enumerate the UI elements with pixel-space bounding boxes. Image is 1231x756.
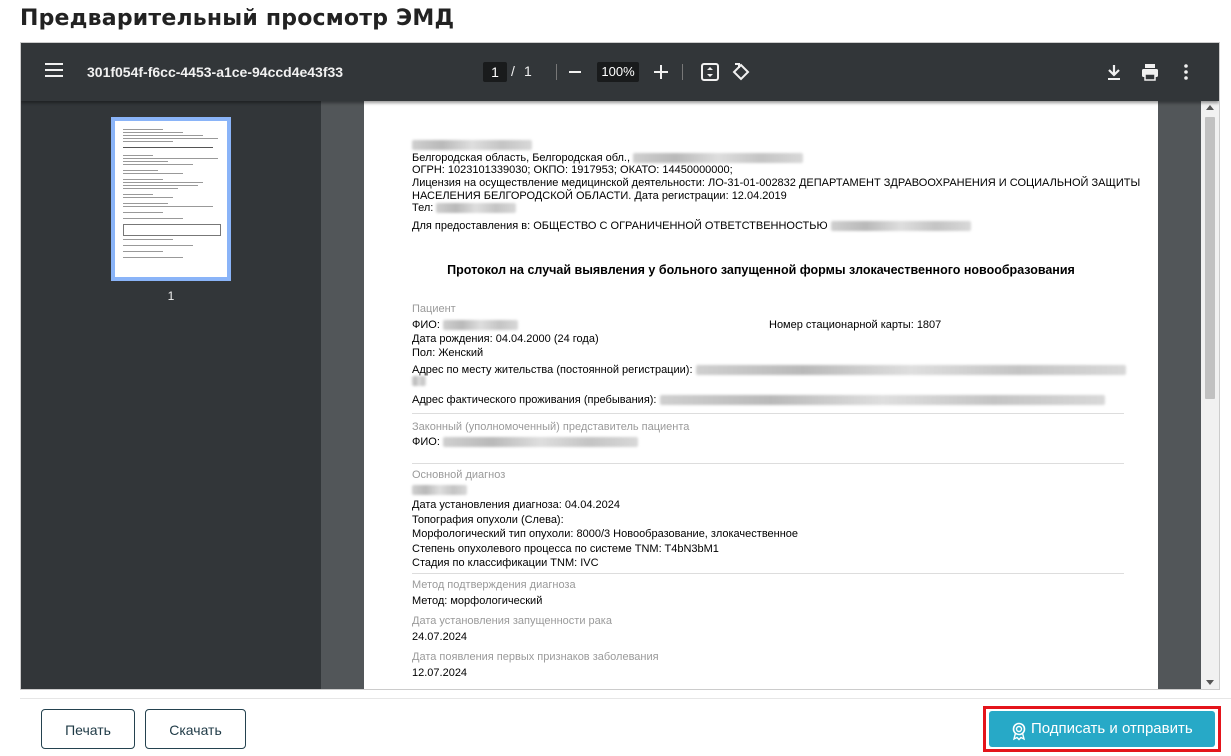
divider bbox=[412, 573, 1124, 574]
for-line: Для предоставления в: ОБЩЕСТВО С ОГРАНИЧ… bbox=[412, 220, 971, 233]
print-button[interactable]: Печать bbox=[41, 709, 135, 749]
neglect-date-value: 24.07.2024 bbox=[412, 631, 468, 643]
page-thumbnail[interactable] bbox=[111, 117, 231, 281]
rotate-icon[interactable] bbox=[730, 61, 752, 83]
birth-date: Дата рождения: 04.04.2000 (24 года) bbox=[412, 333, 599, 345]
representative-fio: ФИО: bbox=[412, 436, 638, 449]
document-page: Белгородская область, Белгородская обл.,… bbox=[364, 101, 1158, 689]
thumbnail-preview bbox=[115, 121, 227, 277]
pdf-viewer: 301f054f-f6cc-4453-a1ce-94ccd4e43f33 1 /… bbox=[20, 42, 1220, 690]
tumor-morphology: Морфологический тип опухоли: 8000/3 Ново… bbox=[412, 528, 799, 540]
diagnosis-code-redacted bbox=[412, 484, 467, 497]
patient-fio: ФИО: bbox=[412, 319, 518, 332]
diagnosis-section: Основной диагноз bbox=[412, 469, 506, 481]
tnm-class: Стадия по классификации TNM: IVC bbox=[412, 557, 599, 569]
sign-and-send-button[interactable]: Подписать и отправить bbox=[989, 711, 1215, 747]
footer-divider bbox=[20, 698, 1231, 699]
file-name: 301f054f-f6cc-4453-a1ce-94ccd4e43f33 bbox=[87, 64, 344, 80]
reg-address-cont bbox=[412, 375, 426, 388]
thumbnail-page-number: 1 bbox=[167, 289, 175, 303]
menu-icon[interactable] bbox=[45, 63, 63, 77]
download-icon[interactable] bbox=[1103, 61, 1125, 83]
neglect-date-section: Дата установления запущенности рака bbox=[412, 615, 612, 627]
first-signs-section: Дата появления первых признаков заболева… bbox=[412, 651, 659, 663]
total-pages: 1 bbox=[524, 63, 532, 79]
actual-address: Адрес фактического проживания (пребывани… bbox=[412, 394, 1105, 407]
page-number-input[interactable]: 1 bbox=[483, 62, 507, 82]
document-title: Протокол на случай выявления у больного … bbox=[447, 263, 1075, 277]
divider bbox=[412, 413, 1124, 414]
viewer-toolbar: 301f054f-f6cc-4453-a1ce-94ccd4e43f33 1 /… bbox=[21, 43, 1219, 101]
zoom-out-icon[interactable] bbox=[569, 71, 581, 73]
divider bbox=[412, 463, 1124, 464]
fit-page-icon[interactable] bbox=[699, 61, 721, 83]
confirmation-method: Метод: морфологический bbox=[412, 595, 543, 607]
scroll-thumb[interactable] bbox=[1205, 117, 1215, 399]
toolbar-divider bbox=[556, 64, 557, 80]
page-separator: / bbox=[511, 63, 515, 79]
scroll-up-arrow[interactable] bbox=[1206, 105, 1214, 110]
scroll-down-arrow[interactable] bbox=[1206, 680, 1214, 685]
patient-section: Пациент bbox=[412, 303, 456, 315]
representative-section: Законный (уполномоченный) представитель … bbox=[412, 421, 690, 433]
tel-line: Тел: bbox=[412, 202, 517, 215]
first-signs-value: 12.07.2024 bbox=[412, 667, 468, 679]
print-icon[interactable] bbox=[1139, 61, 1161, 83]
vertical-scrollbar[interactable] bbox=[1201, 101, 1219, 689]
download-button[interactable]: Скачать bbox=[145, 709, 246, 749]
patient-sex: Пол: Женский bbox=[412, 347, 484, 359]
confirmation-section: Метод подтверждения диагноза bbox=[412, 579, 576, 591]
toolbar-divider bbox=[682, 64, 683, 80]
zoom-input[interactable]: 100% bbox=[597, 62, 639, 82]
tumor-topography: Топография опухоли (Слева): bbox=[412, 514, 564, 526]
sign-and-send-label: Подписать и отправить bbox=[1031, 720, 1193, 737]
zoom-in-icon[interactable] bbox=[654, 65, 668, 79]
certificate-icon bbox=[1009, 719, 1029, 741]
license-line-1: Лицензия на осуществление медицинской де… bbox=[412, 177, 1141, 189]
reg-address: Адрес по месту жительства (постоянной ре… bbox=[412, 364, 1126, 377]
org-name-redacted bbox=[412, 139, 532, 152]
ogrn-line: ОГРН: 1023101339030; ОКПО: 1917953; ОКАТ… bbox=[412, 164, 733, 176]
tnm-stage: Степень опухолевого процесса по системе … bbox=[412, 543, 719, 555]
thumbnail-sidebar: 1 bbox=[21, 101, 321, 689]
page-title: Предварительный просмотр ЭМД bbox=[20, 6, 455, 31]
document-area[interactable]: Белгородская область, Белгородская обл.,… bbox=[321, 101, 1201, 689]
more-vert-icon[interactable] bbox=[1175, 61, 1197, 83]
diagnosis-date: Дата установления диагноза: 04.04.2024 bbox=[412, 499, 620, 511]
card-number: Номер стационарной карты: 1807 bbox=[769, 319, 942, 331]
